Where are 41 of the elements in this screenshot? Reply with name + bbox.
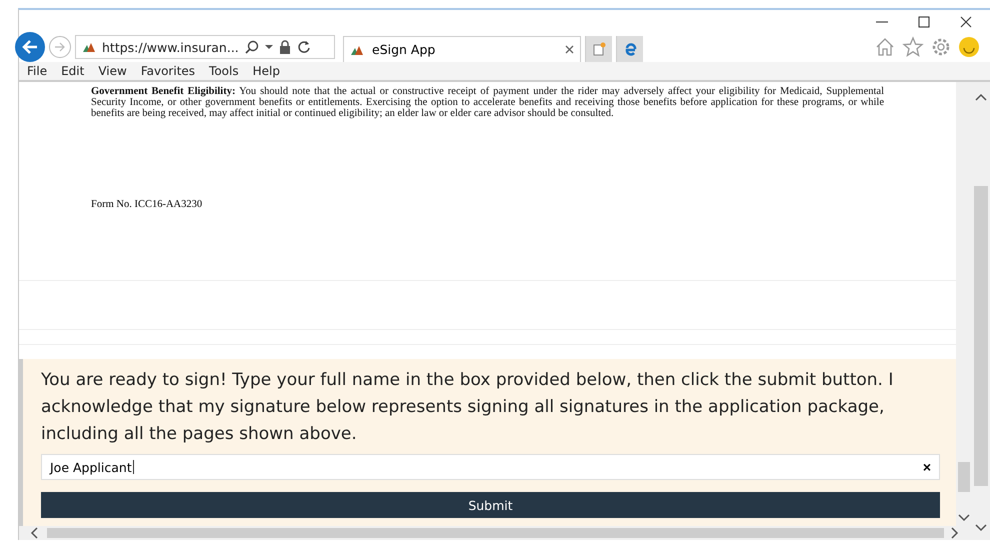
close-icon[interactable] [565,45,574,54]
scroll-thumb[interactable] [958,462,970,492]
name-field[interactable]: Joe Applicant × [41,454,940,480]
close-icon[interactable] [958,14,974,30]
name-text: Joe Applicant [50,460,132,474]
settings-icon[interactable] [930,36,952,58]
new-tab-button[interactable] [585,36,612,62]
star-icon[interactable] [902,36,924,58]
menu-item[interactable]: File [27,64,48,78]
menu-item[interactable]: Edit [61,64,84,78]
new-tab-icon [592,42,606,56]
lock-icon [278,40,291,54]
eligibility-paragraph: Government Benefit Eligibility: You should note that the actual or constructive receipt of payment under the rider may adversely affect your eligibility for Medicaid, Supplemental Security Income, or other government benefits or entitlements. Exercising the option to accelerate benefits and receiving those benefits before application for these programs, or while benefits are being received, may affect initial or continued eligibility; an elder law or elder care advisor should be consulted. [91,86,884,119]
browser-logo-icon [623,42,637,56]
submit-button[interactable]: Submit [41,492,940,518]
page-scrollbar[interactable] [972,82,990,540]
site-logo-icon [350,44,364,56]
refresh-icon[interactable] [296,40,311,54]
maximize-icon[interactable] [916,14,932,30]
scroll-thumb[interactable] [47,528,944,538]
search-icon[interactable] [244,40,259,54]
back-arrow-icon [21,39,39,55]
menu-item[interactable]: Favorites [140,64,196,78]
address-bar[interactable]: https://www.insuran... [75,35,335,59]
forward-arrow-icon [54,41,66,53]
scroll-thumb[interactable] [974,186,988,486]
clear-button[interactable]: × [922,459,931,475]
scrollbar[interactable] [956,82,972,526]
menu-item[interactable]: Help [252,64,280,78]
back-button[interactable] [15,32,45,62]
edge-button[interactable] [616,36,643,62]
menu-item[interactable]: View [98,64,127,78]
sign-instructions: You are ready to sign! Type your full name in the box provided below, then click the submit button. I acknowledge that my signature below represents signing all signatures in the application package, including all the pages shown above. [41,369,894,446]
menu-item[interactable]: Tools [209,64,239,78]
smiley-icon[interactable] [958,36,980,58]
url-text: https://www.insuran... [102,40,239,54]
horizontal-scrollbar[interactable] [19,526,972,540]
home-icon[interactable] [874,36,896,58]
site-logo-icon [82,41,96,53]
form-number: Form No. ICC16-AA3230 [91,199,204,210]
dropdown-icon[interactable] [264,44,273,50]
